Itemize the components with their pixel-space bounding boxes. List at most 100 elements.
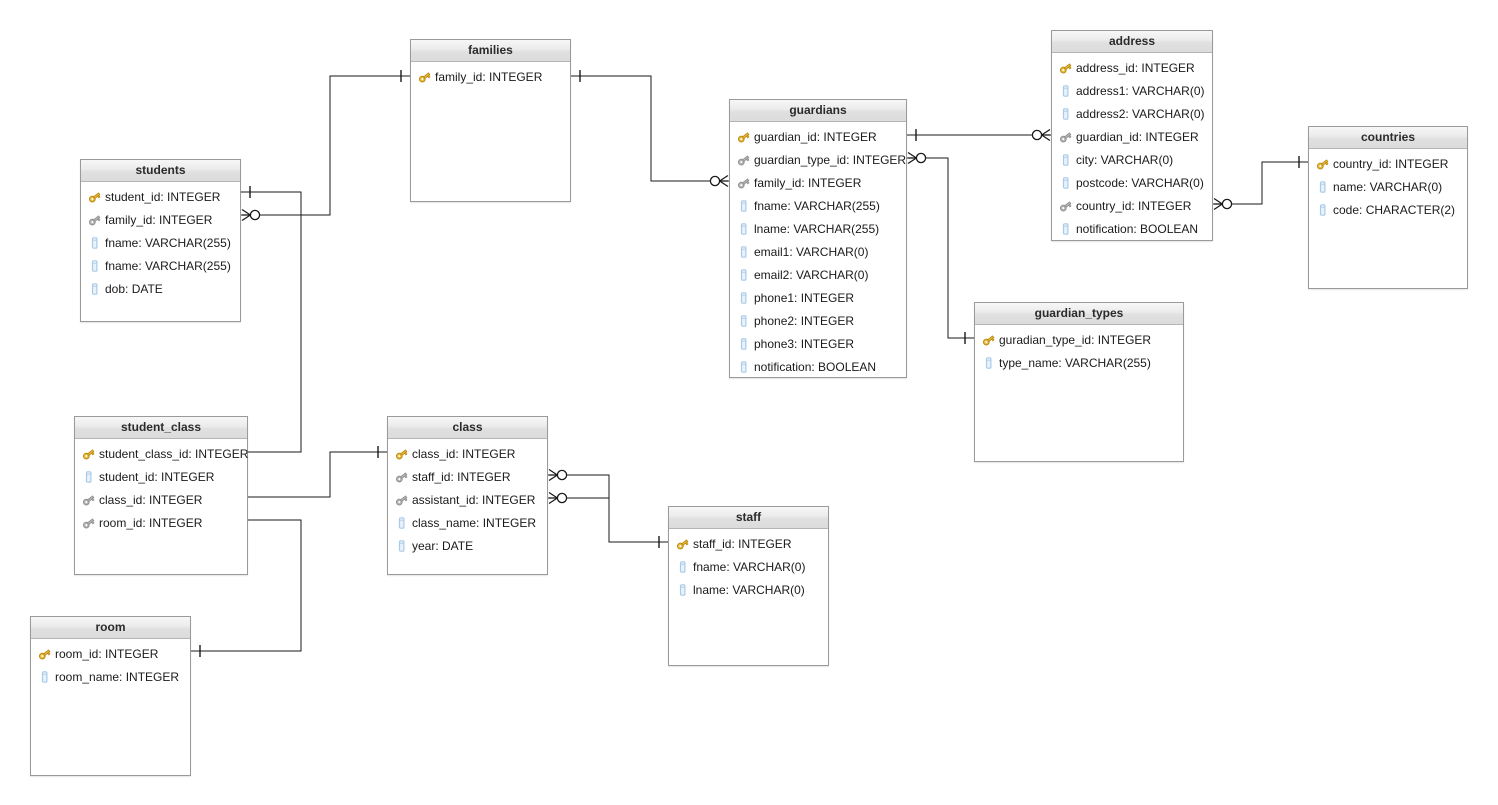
entity-title-room: room [31,617,190,639]
entity-address[interactable]: address address_id: INTEGER address1: VARC… [1051,30,1213,241]
entity-guardian_types[interactable]: guardian_types guradian_type_id: INTEGER t… [974,302,1184,462]
column-row[interactable]: family_id: INTEGER [81,208,240,231]
column-label: email1: VARCHAR(0) [754,244,869,259]
column-row[interactable]: year: DATE [388,534,547,557]
column-row[interactable]: staff_id: INTEGER [669,532,828,555]
column-icon [736,291,752,305]
column-icon [736,199,752,213]
column-row[interactable]: address2: VARCHAR(0) [1052,102,1212,125]
column-row[interactable]: room_id: INTEGER [31,642,190,665]
column-row[interactable]: staff_id: INTEGER [388,465,547,488]
column-row[interactable]: family_id: INTEGER [730,171,906,194]
entity-room[interactable]: room room_id: INTEGER room_name: INTEGER [30,616,191,776]
gold-key-icon [37,647,53,661]
column-label: address1: VARCHAR(0) [1076,83,1205,98]
column-row[interactable]: phone3: INTEGER [730,332,906,355]
column-label: staff_id: INTEGER [693,536,792,551]
column-label: guardian_id: INTEGER [754,129,877,144]
column-row[interactable]: fname: VARCHAR(255) [81,254,240,277]
gold-key-icon [1315,157,1331,171]
entity-title-student_class: student_class [75,417,247,439]
column-icon [736,245,752,259]
column-row[interactable]: class_name: INTEGER [388,511,547,534]
relationship-class-staff [548,468,668,548]
entity-title-students: students [81,160,240,182]
column-row[interactable]: student_class_id: INTEGER [75,442,249,465]
entity-families[interactable]: families family_id: INTEGER [410,39,571,202]
column-row[interactable]: dob: DATE [81,277,240,300]
column-icon [736,222,752,236]
column-icon [1058,222,1074,236]
entity-countries[interactable]: countries country_id: INTEGER name: VARCHA… [1308,126,1468,289]
column-row[interactable]: room_id: INTEGER [75,511,247,534]
column-label: notification: BOOLEAN [1076,221,1199,236]
entity-staff[interactable]: staff staff_id: INTEGER fname: VARCHAR(0) l… [668,506,829,666]
column-row[interactable]: email1: VARCHAR(0) [730,240,906,263]
column-row[interactable]: name: VARCHAR(0) [1309,175,1467,198]
relationship-families-students [241,70,410,222]
column-row[interactable]: country_id: INTEGER [1309,152,1467,175]
entity-student_class[interactable]: student_class student_class_id: INTEGER st… [74,416,248,575]
column-icon [1058,176,1074,190]
column-label: code: CHARACTER(2) [1333,202,1456,217]
column-row[interactable]: phone1: INTEGER [730,286,906,309]
entity-guardians[interactable]: guardians guardian_id: INTEGER guardian_ty… [729,99,907,378]
column-row[interactable]: address1: VARCHAR(0) [1052,79,1212,102]
er-diagram-canvas: families family_id: INTEGER students studen… [0,0,1498,805]
column-label: postcode: VARCHAR(0) [1076,175,1204,190]
entity-title-countries: countries [1309,127,1467,149]
gray-key-icon [81,493,97,507]
column-icon [37,670,53,684]
column-row[interactable]: lname: VARCHAR(0) [669,578,828,601]
column-row[interactable]: notification: BOOLEAN [1052,217,1212,240]
column-icon [87,259,103,273]
column-label: lname: VARCHAR(0) [693,582,805,597]
column-list: guradian_type_id: INTEGER type_name: VARC… [975,325,1183,374]
column-icon [1315,203,1331,217]
column-row[interactable]: family_id: INTEGER [411,65,570,88]
column-row[interactable]: email2: VARCHAR(0) [730,263,906,286]
column-row[interactable]: guardian_type_id: INTEGER [730,148,906,171]
column-list: address_id: INTEGER address1: VARCHAR(0) a… [1052,53,1212,240]
column-row[interactable]: guradian_type_id: INTEGER [975,328,1183,351]
column-row[interactable]: guardian_id: INTEGER [730,125,906,148]
column-row[interactable]: country_id: INTEGER [1052,194,1212,217]
column-label: guardian_id: INTEGER [1076,129,1199,144]
relationship-countries-address [1213,156,1308,211]
entity-students[interactable]: students student_id: INTEGER family_id: IN… [80,159,241,322]
column-row[interactable]: fname: VARCHAR(0) [669,555,828,578]
entity-class[interactable]: class class_id: INTEGER staff_id: INTEGER a… [387,416,548,575]
gold-key-icon [81,447,97,461]
column-icon [981,356,997,370]
column-label: student_id: INTEGER [105,189,221,204]
column-row[interactable]: postcode: VARCHAR(0) [1052,171,1212,194]
column-icon [1058,153,1074,167]
column-icon [81,470,97,484]
column-icon [1058,107,1074,121]
gray-key-icon [81,516,97,530]
column-label: guardian_type_id: INTEGER [754,152,907,167]
column-row[interactable]: notification: BOOLEAN [730,355,906,378]
gold-key-icon [981,333,997,347]
column-row[interactable]: lname: VARCHAR(255) [730,217,906,240]
column-row[interactable]: code: CHARACTER(2) [1309,198,1467,221]
column-row[interactable]: fname: VARCHAR(255) [730,194,906,217]
column-row[interactable]: type_name: VARCHAR(255) [975,351,1183,374]
column-row[interactable]: room_name: INTEGER [31,665,190,688]
column-label: student_class_id: INTEGER [99,446,249,461]
column-row[interactable]: phone2: INTEGER [730,309,906,332]
column-row[interactable]: class_id: INTEGER [75,488,247,511]
relationship-families-guardians [571,70,729,188]
gray-key-icon [1058,130,1074,144]
column-row[interactable]: guardian_id: INTEGER [1052,125,1212,148]
column-row[interactable]: address_id: INTEGER [1052,56,1212,79]
column-label: year: DATE [412,538,474,553]
column-row[interactable]: student_id: INTEGER [75,465,247,488]
column-row[interactable]: city: VARCHAR(0) [1052,148,1212,171]
column-icon [736,314,752,328]
column-row[interactable]: fname: VARCHAR(255) [81,231,240,254]
column-row[interactable]: class_id: INTEGER [388,442,547,465]
column-list: student_class_id: INTEGER student_id: INT… [75,439,249,534]
column-row[interactable]: student_id: INTEGER [81,185,240,208]
column-row[interactable]: assistant_id: INTEGER [388,488,547,511]
